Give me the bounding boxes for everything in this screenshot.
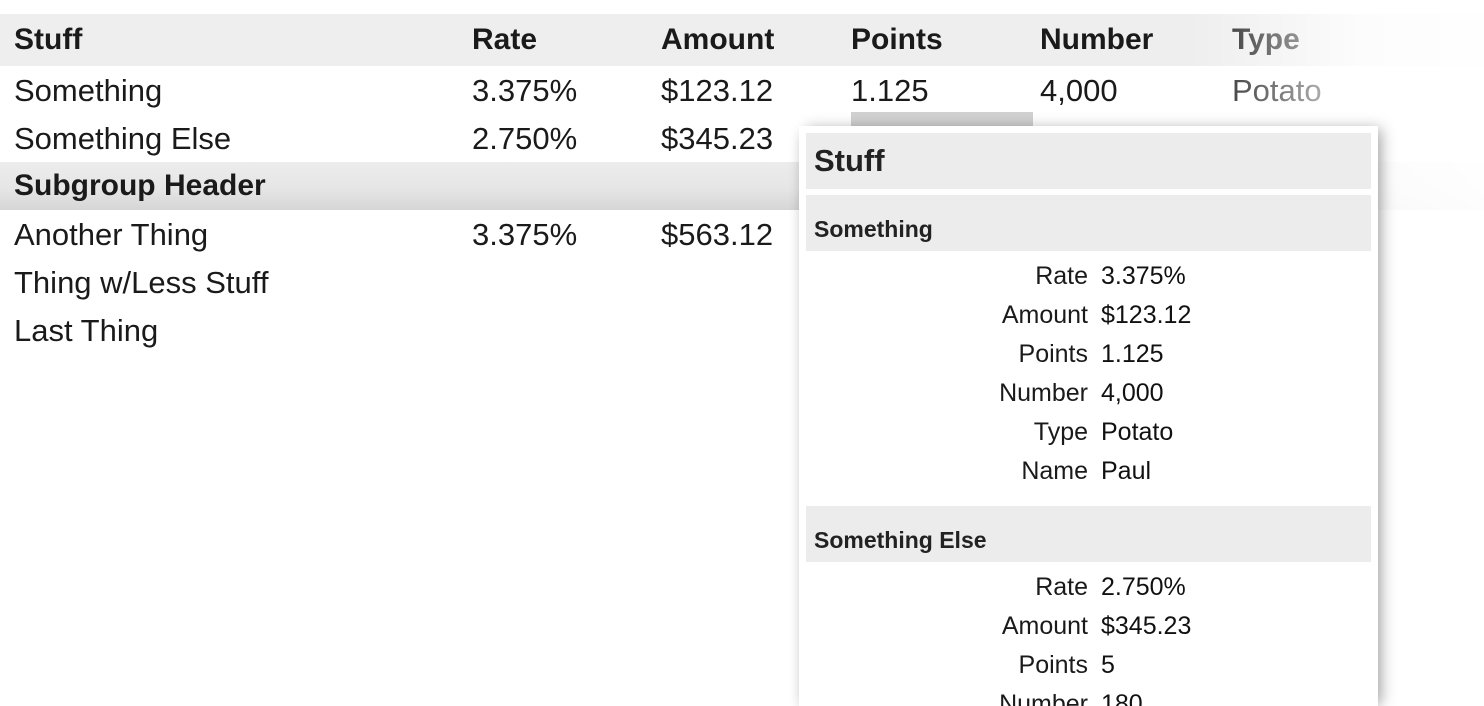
popup-field-row: Number 4,000 (799, 374, 1378, 413)
popup-field-row: Amount $123.12 (799, 296, 1378, 335)
cell-stuff: Subgroup Header (14, 169, 266, 202)
cell-rate: 2.750% (472, 120, 578, 156)
popup-field-value: 4,000 (1101, 379, 1164, 407)
popup-section-heading: Something (806, 195, 1371, 251)
popup-body: Something Rate 3.375% Amount $123.12 Points 1.… (799, 195, 1378, 706)
cell-rate: 3.375% (472, 216, 578, 252)
popup-field-value: Paul (1101, 457, 1152, 485)
cell-amount: $123.12 (661, 72, 774, 108)
cell-stuff: Thing w/Less Stuff (14, 264, 269, 300)
cell-amount: $563.12 (661, 216, 774, 252)
popup-field-value: 2.750% (1101, 573, 1186, 601)
popup-field-label: Points (1018, 340, 1088, 368)
cell-number: 4,000 (1040, 72, 1118, 108)
column-header-type[interactable]: Type (1232, 14, 1300, 66)
column-header-rate[interactable]: Rate (472, 14, 537, 66)
cell-stuff: Last Thing (14, 312, 159, 348)
popup-title: Stuff (806, 133, 1371, 189)
cell-rate: 3.375% (472, 72, 578, 108)
popup-field-value: Potato (1101, 418, 1174, 446)
popup-section-gap (799, 491, 1378, 500)
popup-field-label: Rate (1035, 262, 1088, 290)
popup-field-row: Rate 3.375% (799, 257, 1378, 296)
cell-stuff: Another Thing (14, 216, 209, 252)
popup-field-value: $123.12 (1101, 301, 1192, 329)
popup-field-label: Name (1021, 457, 1088, 485)
popup-field-row: Rate 2.750% (799, 568, 1378, 607)
popup-field-label: Type (1033, 418, 1088, 446)
table-row[interactable]: Something 3.375% $123.12 1.125 4,000 Potato (0, 66, 1484, 114)
popup-field-row: Points 5 (799, 646, 1378, 685)
popup-field-row: Amount $345.23 (799, 607, 1378, 646)
popup-field-row: Name Paul (799, 452, 1378, 491)
popup-field-value: 1.125 (1101, 340, 1164, 368)
column-header-amount[interactable]: Amount (661, 14, 774, 66)
popup-section-heading: Something Else (806, 506, 1371, 562)
popup-field-row: Points 1.125 (799, 335, 1378, 374)
cell-stuff: Something Else (14, 120, 232, 156)
popup-field-label: Number (999, 690, 1088, 706)
column-header-points[interactable]: Points (851, 14, 943, 66)
cell-amount: $345.23 (661, 120, 774, 156)
popup-field-label: Rate (1035, 573, 1088, 601)
cell-points: 1.125 (851, 72, 929, 108)
popup-field-label: Points (1018, 651, 1088, 679)
popup-field-value: 5 (1101, 651, 1115, 679)
popup-field-label: Amount (1001, 301, 1088, 329)
cell-stuff: Something (14, 72, 163, 108)
popup-field-label: Number (999, 379, 1088, 407)
popup-field-value: $345.23 (1101, 612, 1192, 640)
cell-type: Potato (1232, 72, 1322, 108)
column-header-stuff[interactable]: Stuff (14, 14, 82, 66)
popup-field-value: 3.375% (1101, 262, 1186, 290)
popup-field-label: Amount (1001, 612, 1088, 640)
table-header-row: Stuff Rate Amount Points Number Type (0, 14, 1484, 66)
column-header-number[interactable]: Number (1040, 14, 1153, 66)
popup-field-row: Type Potato (799, 413, 1378, 452)
popup-field-list: Rate 2.750% Amount $345.23 Points 5 Number 180 (799, 562, 1378, 706)
popup-field-list: Rate 3.375% Amount $123.12 Points 1.125 Number… (799, 251, 1378, 491)
detail-popup-panel[interactable]: Stuff Something Rate 3.375% Amount $123.12 Po… (799, 126, 1378, 706)
popup-field-row: Number 180 (799, 685, 1378, 706)
popup-field-value: 180 (1101, 690, 1143, 706)
